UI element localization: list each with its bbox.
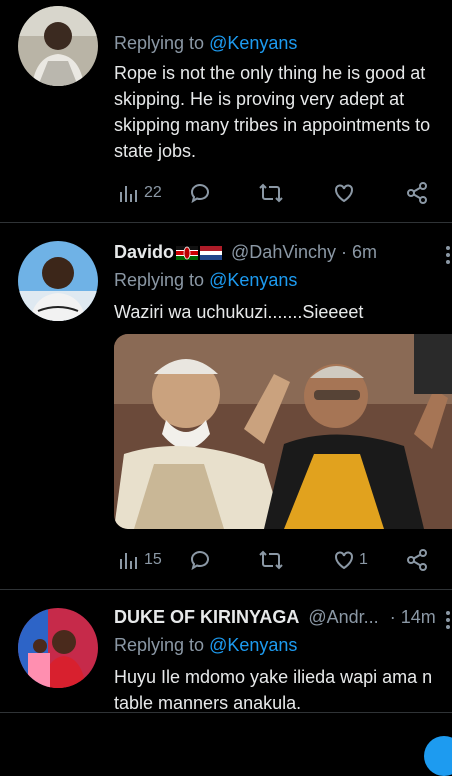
tweet-text: Waziri wa uchukuzi.......Sieeeet bbox=[114, 302, 364, 322]
reply-button[interactable] bbox=[188, 180, 212, 206]
avatar[interactable] bbox=[18, 241, 98, 321]
kenya-flag-icon bbox=[176, 246, 199, 261]
reply-button[interactable] bbox=[188, 547, 212, 573]
display-name[interactable]: DUKE OF KIRINYAGA bbox=[114, 607, 299, 627]
reply-icon bbox=[191, 551, 209, 571]
retweet-icon bbox=[259, 550, 283, 570]
share-button[interactable] bbox=[405, 547, 429, 573]
tweet-2[interactable]: Davido @DahVinchy · 6m Replying to @Keny… bbox=[0, 223, 452, 589]
views-count: 22 bbox=[144, 184, 162, 201]
reply-icon bbox=[191, 184, 209, 204]
replying-to: Replying to @Kenyans bbox=[114, 632, 452, 658]
like-icon bbox=[335, 551, 353, 570]
share-icon bbox=[407, 549, 427, 571]
avatar[interactable] bbox=[18, 6, 98, 86]
netherlands-flag-icon bbox=[200, 246, 223, 261]
retweet-icon bbox=[259, 183, 283, 203]
user-handle[interactable]: @DahVinchy bbox=[231, 242, 336, 262]
tweet-1[interactable]: Replying to @Kenyans Rope is not the onl… bbox=[0, 0, 452, 222]
timestamp: · 14m bbox=[389, 607, 436, 627]
display-name[interactable]: Davido bbox=[114, 242, 174, 262]
like-button[interactable] bbox=[332, 180, 356, 206]
views-count: 15 bbox=[144, 551, 162, 568]
share-button[interactable] bbox=[405, 180, 429, 206]
timestamp: · 6m bbox=[341, 242, 378, 262]
reply-prefix: Replying to bbox=[114, 33, 205, 53]
replying-to: Replying to @Kenyans bbox=[114, 30, 452, 56]
reply-handle-link[interactable]: @Kenyans bbox=[209, 635, 297, 655]
tweet-text: Rope is not the only thing he is good at… bbox=[114, 63, 431, 161]
reply-prefix: Replying to bbox=[114, 270, 205, 290]
views-button[interactable]: 22 bbox=[118, 180, 162, 206]
tweet-text: Huyu Ile mdomo yake ilieda wapi ama n ta… bbox=[114, 667, 433, 713]
reply-handle-link[interactable]: @Kenyans bbox=[209, 33, 297, 53]
tweet-header: DUKE OF KIRINYAGA @Andr... · 14m bbox=[114, 604, 452, 630]
retweet-button[interactable] bbox=[258, 547, 284, 573]
bottom-partial-button[interactable] bbox=[424, 736, 452, 776]
user-handle[interactable]: @Andr... bbox=[308, 607, 378, 627]
retweet-button[interactable] bbox=[258, 180, 284, 206]
tweet-media-image[interactable] bbox=[114, 334, 452, 529]
tweet-header: Davido @DahVinchy · 6m bbox=[114, 239, 452, 265]
views-icon bbox=[120, 553, 137, 569]
like-icon bbox=[335, 184, 353, 203]
tweet-3[interactable]: DUKE OF KIRINYAGA @Andr... · 14m Replyin… bbox=[0, 590, 452, 713]
like-count: 1 bbox=[359, 551, 368, 568]
reply-handle-link[interactable]: @Kenyans bbox=[209, 270, 297, 290]
reply-prefix: Replying to bbox=[114, 635, 205, 655]
divider bbox=[0, 712, 452, 713]
replying-to: Replying to @Kenyans bbox=[114, 267, 452, 293]
like-button[interactable]: 1 bbox=[332, 547, 368, 573]
avatar[interactable] bbox=[18, 608, 98, 688]
views-button[interactable]: 15 bbox=[118, 547, 162, 573]
share-icon bbox=[407, 182, 427, 204]
views-icon bbox=[120, 186, 137, 202]
